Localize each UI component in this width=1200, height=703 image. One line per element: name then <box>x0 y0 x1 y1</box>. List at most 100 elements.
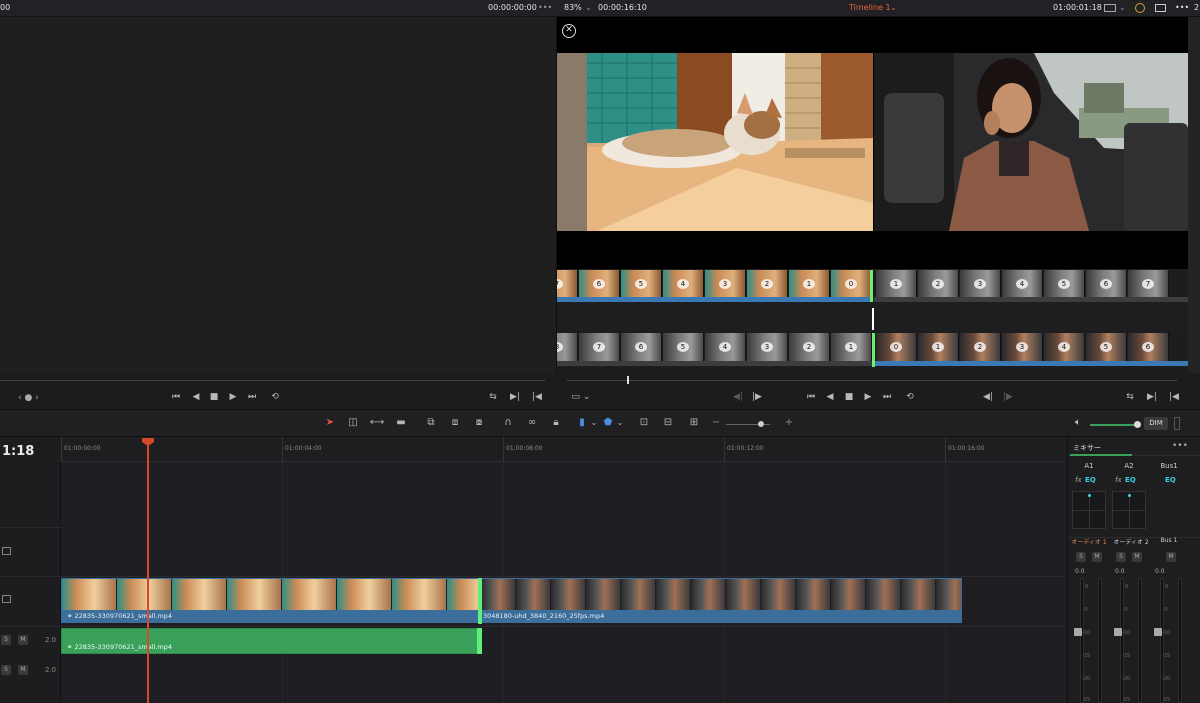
a2-fader-knob[interactable] <box>1114 628 1122 636</box>
jog-icon[interactable]: ‹ ● › <box>18 393 39 403</box>
a1-fx-button[interactable]: fx <box>1075 476 1082 484</box>
match-frame-icon[interactable]: ⇆ <box>486 392 500 402</box>
timeline-name-dropdown[interactable]: Timeline 1 <box>849 3 891 12</box>
mark-out-icon[interactable]: |◀ <box>530 392 544 402</box>
zoom-level[interactable]: 83% <box>564 3 582 12</box>
zoom-custom-icon[interactable]: ⊞ <box>686 416 702 430</box>
loop-icon[interactable]: ⟲ <box>268 392 282 402</box>
go-to-end-icon[interactable]: ⏭ <box>245 392 259 402</box>
position-lock-icon[interactable]: 🔒︎ <box>548 416 564 430</box>
a2-eq-button[interactable]: EQ <box>1125 476 1136 484</box>
a2-fader-track[interactable] <box>1120 578 1124 703</box>
a1-fader-knob[interactable] <box>1074 628 1082 636</box>
a1-fader-track[interactable] <box>1080 578 1084 703</box>
trim-strip-incoming[interactable]: 0 1 2 3 4 5 6 <box>874 333 1188 361</box>
a1-solo-button[interactable]: S <box>1076 552 1086 562</box>
source-scrub-bar[interactable] <box>0 380 545 381</box>
a1-mute-button[interactable]: M <box>1092 552 1102 562</box>
marker-chevron-icon[interactable]: ⌄ <box>612 416 628 430</box>
tl-stop-icon[interactable]: ■ <box>842 392 856 402</box>
blade-tool-icon[interactable]: ▬ <box>393 416 409 430</box>
dynamic-trim-icon[interactable]: ⟷ <box>369 416 385 430</box>
zoom-full-icon[interactable]: ⊡ <box>636 416 652 430</box>
play-reverse-icon[interactable]: ◀ <box>189 392 203 402</box>
audio2-mute-button[interactable]: M <box>18 665 28 675</box>
tl-loop-icon[interactable]: ⟲ <box>903 392 917 402</box>
linked-selection-icon[interactable]: ∞ <box>524 416 540 430</box>
a2-level-readout: 0.0 <box>1115 568 1125 575</box>
trim-frame-offset: 6 <box>1142 342 1154 352</box>
zoom-in-icon[interactable]: + <box>781 416 797 430</box>
timeline-ruler[interactable]: 01:00:00:00 01:00:04:00 01:00:08:00 01:0… <box>61 437 1066 462</box>
playhead[interactable] <box>147 440 149 703</box>
insert-clip-icon[interactable]: ⧉ <box>423 416 439 430</box>
a1-eq-button[interactable]: EQ <box>1085 476 1096 484</box>
tl-match-frame-icon[interactable]: ⇆ <box>1123 392 1137 402</box>
video-track-2-icon[interactable] <box>2 547 11 555</box>
play-icon[interactable]: ▶ <box>226 392 240 402</box>
mark-in-icon[interactable]: ▶| <box>508 392 522 402</box>
overwrite-clip-icon[interactable]: ⧈ <box>447 416 463 430</box>
timeline-chevron-icon[interactable]: ⌄ <box>890 3 897 12</box>
trim-edit-marker-bottom[interactable] <box>872 333 875 367</box>
a2-mute-button[interactable]: M <box>1132 552 1142 562</box>
viewer-options-icon[interactable]: ••• <box>1175 3 1189 12</box>
tl-play-icon[interactable]: ▶ <box>861 392 875 402</box>
timeline-scrub-bar[interactable] <box>567 380 1177 381</box>
stop-icon[interactable]: ■ <box>207 392 221 402</box>
trim-frame: 7 <box>557 270 578 298</box>
audio2-solo-button[interactable]: S <box>1 665 11 675</box>
trim-strip-outgoing[interactable]: 7 6 5 4 3 2 1 0 <box>557 270 873 298</box>
tl-go-to-start-icon[interactable]: ⏮ <box>804 392 818 402</box>
a2-fx-button[interactable]: fx <box>1115 476 1122 484</box>
trim-strip-outgoing-dim[interactable]: 8 7 6 5 4 3 2 1 <box>557 333 873 361</box>
color-scope-icon[interactable] <box>1135 3 1145 13</box>
trim-strip-incoming-dim[interactable]: 1 2 3 4 5 6 7 <box>874 270 1188 298</box>
zoom-detail-icon[interactable]: ⊟ <box>660 416 676 430</box>
tl-play-reverse-icon[interactable]: ◀ <box>823 392 837 402</box>
trim-frame: 1 <box>831 333 872 361</box>
speaker-icon[interactable]: 🔈︎ <box>1070 416 1086 430</box>
video-edit-point[interactable] <box>478 578 482 624</box>
replace-clip-icon[interactable]: ⧇ <box>471 416 487 430</box>
go-to-start-icon[interactable]: ⏮ <box>169 392 183 402</box>
bus1-mute-button[interactable]: M <box>1166 552 1176 562</box>
zoom-slider-knob[interactable] <box>758 421 764 427</box>
tl-mark-in-icon[interactable]: ▶| <box>1145 392 1159 402</box>
bus1-eq-button[interactable]: EQ <box>1165 476 1176 484</box>
video-clip-2[interactable] <box>480 578 962 611</box>
video-clip-1[interactable] <box>61 578 480 611</box>
selection-tool-icon[interactable]: ➤ <box>322 416 338 430</box>
video-track-1-icon[interactable] <box>2 595 11 603</box>
dim-button[interactable]: DIM <box>1144 417 1168 430</box>
tl-mark-out-icon[interactable]: |◀ <box>1167 392 1181 402</box>
close-circle-icon[interactable]: ✕ <box>562 24 576 38</box>
ellipsis-icon[interactable]: ••• <box>1172 441 1188 451</box>
source-viewer[interactable] <box>0 17 556 373</box>
a1-pan-box[interactable] <box>1072 491 1106 529</box>
audio1-mute-button[interactable]: M <box>18 635 28 645</box>
audio1-solo-button[interactable]: S <box>1 635 11 645</box>
viewer-layout-icon[interactable] <box>1104 4 1116 12</box>
bus1-fader-track[interactable] <box>1160 578 1164 703</box>
zoom-chevron-icon[interactable]: ⌄ <box>585 3 592 12</box>
audio-edit-point[interactable] <box>477 628 482 654</box>
trim-edit-marker-top[interactable] <box>870 270 873 302</box>
monitor-volume-knob[interactable] <box>1134 421 1141 428</box>
tl-trim-back-icon[interactable]: ◀| <box>981 392 995 402</box>
tl-go-to-end-icon[interactable]: ⏭ <box>880 392 894 402</box>
source-options-icon[interactable]: ••• <box>538 3 552 12</box>
trim-next-icon[interactable]: |▶ <box>750 392 764 402</box>
timeline-scrub-head[interactable] <box>627 376 629 384</box>
bus1-fader-knob[interactable] <box>1154 628 1162 636</box>
cinema-viewer-icon[interactable] <box>1155 4 1166 12</box>
trim-frame: 4 <box>1002 270 1043 298</box>
trim-tool-icon[interactable]: ◫ <box>345 416 361 430</box>
snapping-icon[interactable]: ∩ <box>500 416 516 430</box>
layout-chevron-icon[interactable]: ⌄ <box>1119 3 1126 12</box>
a2-pan-box[interactable] <box>1112 491 1146 529</box>
viewer-mode-icon[interactable]: ▭ ⌄ <box>569 392 593 402</box>
a2-solo-button[interactable]: S <box>1116 552 1126 562</box>
monitor-volume-slider[interactable] <box>1090 424 1136 426</box>
zoom-out-icon[interactable]: − <box>708 416 724 430</box>
